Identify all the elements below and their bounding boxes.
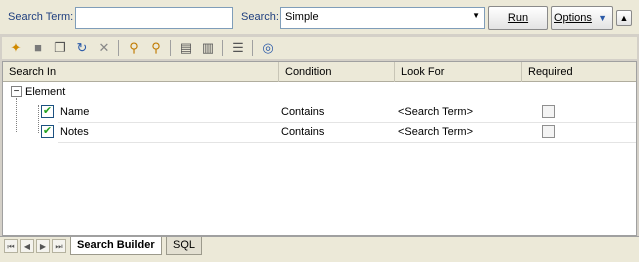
search-type-label: Search: [241,11,279,23]
tab-search-builder[interactable]: Search Builder [70,237,162,255]
tab-sql[interactable]: SQL [166,237,203,255]
bottom-strip [0,256,639,262]
run-button-label: Run [507,12,529,24]
refresh-icon[interactable]: ↻ [74,40,90,56]
prev-tab-icon[interactable]: ◀ [20,239,34,253]
separator [170,40,171,56]
row-divider [58,142,636,143]
row-search-in: Name [60,106,90,118]
required-checkbox[interactable] [542,125,555,138]
column-look-for[interactable]: Look For [395,62,522,82]
options-button-label: Options [554,12,592,24]
first-tab-icon[interactable]: ⏮ [4,239,18,253]
add-filter-icon[interactable]: ⚲ [126,40,142,56]
new-search-icon[interactable]: ✦ [8,40,24,56]
last-tab-icon[interactable]: ⏭ [52,239,66,253]
separator [118,40,119,56]
remove-filter-icon[interactable]: ⚲ [148,40,164,56]
search-type-value: Simple [285,11,319,23]
search-term-label: Search Term: [8,11,74,23]
new-row-icon[interactable]: ▤ [178,40,194,56]
separator [222,40,223,56]
collapse-icon[interactable]: − [11,86,22,97]
group-label: Element [25,86,66,98]
search-type-select[interactable]: Simple ▼ [280,7,485,29]
column-required[interactable]: Required [522,62,636,82]
row-enabled-checkbox[interactable]: ✔ [41,125,54,138]
options-chevron-icon: ▼ [598,13,607,23]
copy-icon[interactable]: ❐ [52,40,68,56]
table-row[interactable]: ✔ Name Contains <Search Term> [3,102,636,122]
column-search-in[interactable]: Search In [3,62,279,82]
separator [252,40,253,56]
row-search-in: Notes [60,126,89,138]
options-button[interactable]: Options ▼ [551,6,613,30]
help-icon[interactable]: ◎ [260,40,276,56]
row-enabled-checkbox[interactable]: ✔ [41,105,54,118]
run-button[interactable]: Run [488,6,548,30]
search-bar: Search Term: Search: Simple ▼ Run Option… [0,0,639,34]
row-condition[interactable]: Contains [281,102,324,122]
collapse-up-button[interactable]: ▲ [616,10,632,26]
row-look-for[interactable]: <Search Term> [398,122,473,142]
search-term-input[interactable] [75,7,233,29]
check-list-icon[interactable]: ☰ [230,40,246,56]
required-checkbox[interactable] [542,105,555,118]
insert-row-icon[interactable]: ▥ [200,40,216,56]
chevron-down-icon[interactable]: ▼ [472,11,480,20]
group-row[interactable]: − Element [3,82,636,102]
tab-bar: ⏮ ◀ ▶ ⏭ Search Builder SQL [0,236,639,256]
column-condition[interactable]: Condition [279,62,395,82]
next-tab-icon[interactable]: ▶ [36,239,50,253]
save-icon[interactable]: ■ [30,40,46,56]
row-look-for[interactable]: <Search Term> [398,102,473,122]
grid-header: Search In Condition Look For Required [3,62,636,82]
chevron-up-icon: ▲ [619,13,629,23]
row-condition[interactable]: Contains [281,122,324,142]
table-row[interactable]: ✔ Notes Contains <Search Term> [3,122,636,142]
search-grid: Search In Condition Look For Required − … [2,61,637,236]
toolbar: ✦ ■ ❐ ↻ ✕ ⚲ ⚲ ▤ ▥ ☰ ◎ [2,37,637,59]
delete-icon[interactable]: ✕ [96,40,112,56]
